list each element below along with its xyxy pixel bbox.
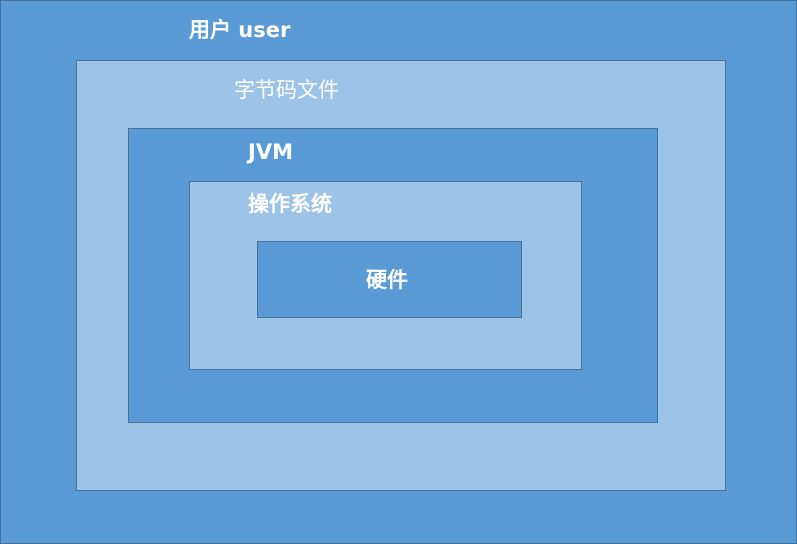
hardware-layer: 硬件 [257, 241, 522, 318]
jvm-layer-label: JVM [248, 140, 293, 164]
hardware-layer-label: 硬件 [366, 268, 408, 292]
os-layer-label: 操作系统 [248, 192, 332, 216]
bytecode-layer-label: 字节码文件 [234, 78, 339, 102]
user-layer-label: 用户 user [189, 18, 291, 42]
